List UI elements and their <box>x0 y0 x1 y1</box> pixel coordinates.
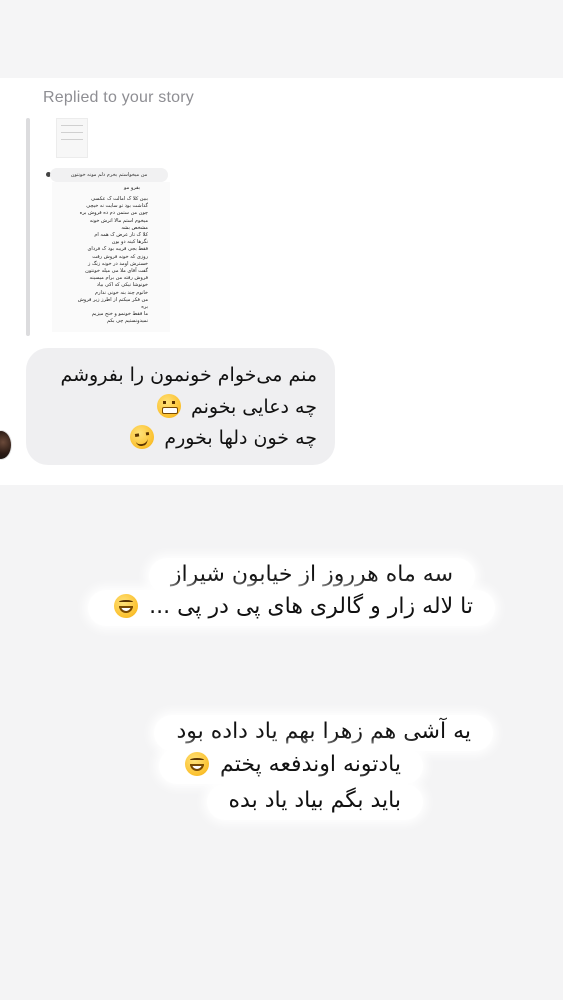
story-page: Replied to your story من میخواستم بخرم د… <box>0 0 563 1000</box>
message-line-2: چه دعایی بخونم <box>153 394 317 418</box>
message-line-2-text: چه دعایی بخونم <box>190 396 317 418</box>
caption-2-line-3: باید بگم بیاد یاد بده <box>206 784 423 820</box>
thumbnail-note-line: خانوم چند بنه خونی ندارم <box>95 289 148 296</box>
story-background-top <box>0 0 563 78</box>
caption-2-line-2-text: یادتونه اوندفعه پختم <box>220 752 401 777</box>
thumbnail-note-line: نگرها کینه دو بون <box>111 239 148 246</box>
thumbnail-note-line: بره <box>141 304 148 310</box>
caption-1-line-2-text: تا لاله زار و گالری های پی در پی ... <box>149 594 473 619</box>
caption-1-line-1-text: سه ماه هرروز از خیابون شیراز <box>170 562 453 587</box>
message-line-1: منم می‌خوام خونمون را بفروشم <box>60 364 317 386</box>
thumbnail-note-line: کلا ک تار عرض ک همه ام <box>94 232 148 238</box>
thumbnail-note-line: ببین کلا ک امالت ک عکسی <box>91 196 148 202</box>
message-bubble[interactable]: منم می‌خوام خونمون را بفروشم چه دعایی بخ… <box>26 348 335 465</box>
thumbnail-note-line: گذاشت بود تو سایت نه خیچی <box>86 203 148 210</box>
thumbnail-note-line: چون من ستمن دم ده فروش بره <box>79 210 148 217</box>
thumbnail-note-line: خونوشا نیکی که اکی بیاد <box>96 282 148 289</box>
thumbnail-note-line: مشخص بشه <box>121 224 148 231</box>
message-line-3: چه خون دلها بخورم <box>126 425 317 449</box>
thumbnail-note-title: بقرو مو <box>124 185 140 191</box>
thumbnail-note-line: نمیدونستیم چی بکم <box>107 318 148 325</box>
caption-2-line-1-text: یه آشی هم زهرا بهم یاد داده بود <box>176 719 471 744</box>
message-line-3-text: چه خون دلها بخورم <box>164 427 317 449</box>
caption-2-line-2: یادتونه اوندفعه پختم <box>159 748 423 784</box>
thumbnail-note-line: فقط بجی قریبه بود ک فردای <box>87 246 148 253</box>
grimacing-face-icon <box>156 394 181 418</box>
thumbnail-document-icon <box>56 118 88 158</box>
thumbnail-note-line: فروش رفته من برام میسینه <box>89 275 148 282</box>
caption-2-line-1: یه آشی هم زهرا بهم یاد داده بود <box>154 715 493 751</box>
grinning-face-icon <box>114 594 139 618</box>
thumbnail-note-line: روزی که خونه فروش رفت <box>92 253 148 260</box>
caption-1-line-1: سه ماه هرروز از خیابون شیراز <box>148 558 475 594</box>
thumbnail-note: بقرو مو ببین کلا ک امالت ک عکسی گذاشت بود… <box>52 182 170 332</box>
message-line-1-text: منم می‌خوام خونمون را بفروشم <box>60 364 317 386</box>
thumbnail-note-line: میخوم استم مالا اترش خونه <box>89 217 148 224</box>
story-thumbnail[interactable]: من میخواستم بخرم دلم مونه خونتون بقرو مو… <box>46 118 174 336</box>
caption-1-line-2: تا لاله زار و گالری های پی در پی ... <box>88 590 495 626</box>
grinning-face-icon <box>185 752 210 776</box>
thumbnail-note-line: خسترش اومد در خونه زنگ ز <box>87 260 148 267</box>
caption-2-line-3-text: باید بگم بیاد یاد بده <box>228 788 401 813</box>
reply-quote-bar <box>26 118 30 336</box>
thumbnail-note-line: ما فقط خونمو و خنج میزیم <box>91 311 148 318</box>
thumbnail-note-line: من فکر میکنم از اطرز زیر فروش <box>77 296 148 303</box>
thumbnail-note-line: گفت آقای ملا می میله خونتون <box>85 268 148 274</box>
replied-to-story-label: Replied to your story <box>43 89 194 106</box>
thumbnail-reply-bubble: من میخواستم بخرم دلم مونه خونتون <box>50 168 168 182</box>
woozy-face-icon <box>130 425 155 449</box>
